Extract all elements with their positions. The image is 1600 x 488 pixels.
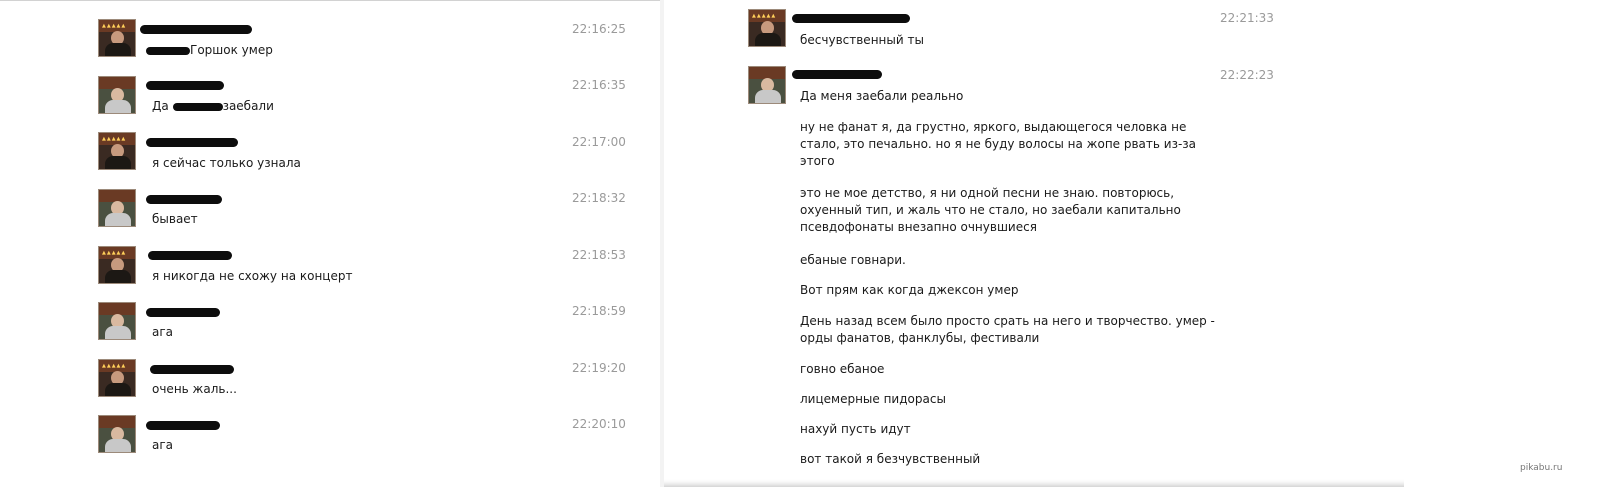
message-time: 22:22:23 [1220,68,1274,82]
avatar[interactable] [98,189,136,227]
message-text: Да заебали [152,98,274,115]
avatar[interactable] [98,76,136,114]
redacted-sender-name [150,365,234,374]
avatar[interactable]: ▲▲▲▲▲ [98,359,136,397]
message-text-part: Горшок умер [190,43,273,57]
right-chat-panel: ▲▲▲▲▲ 22:21:33 бесчувственный ты 22:22:2… [664,0,1404,487]
avatar[interactable]: ▲▲▲▲▲ [98,19,136,57]
message-text-part: заебали [222,99,274,113]
message-time: 22:16:25 [572,22,626,36]
message-time: 22:17:00 [572,135,626,149]
avatar[interactable] [98,415,136,453]
message-text: я сейчас только узнала [152,156,301,170]
message-text: очень жаль... [152,382,237,396]
redacted-sender-name [140,25,252,34]
message-line: нахуй пусть идут [800,422,911,436]
redacted-sender-name [792,70,882,79]
avatar[interactable] [748,66,786,104]
redacted-sender-name [146,195,222,204]
watermark: pikabu.ru [1520,463,1563,473]
message-time: 22:18:53 [572,248,626,262]
message-time: 22:16:35 [572,78,626,92]
message-line: говно ебаное [800,362,885,376]
message-time: 22:19:20 [572,361,626,375]
message-time: 22:18:59 [572,304,626,318]
avatar[interactable]: ▲▲▲▲▲ [748,9,786,47]
redacted-name-mention [172,102,223,111]
message-line: Вот прям как когда джексон умер [800,283,1019,297]
redacted-sender-name [146,308,220,317]
message-text: ага [152,438,174,452]
message-text: я никогда не схожу на концерт [152,269,353,283]
message-line: День назад всем было просто срать на нег… [800,314,1215,345]
message-line: ну не фанат я, да грустно, яркого, выдаю… [800,120,1197,168]
message-text: Горшок умер [146,42,273,59]
message-line: лицемерные пидорасы [800,392,946,406]
redacted-sender-name [146,81,224,90]
message-time: 22:20:10 [572,417,626,431]
message-text: бесчувственный ты [800,33,924,47]
redacted-sender-name [148,251,232,260]
redacted-name-mention [146,46,190,55]
message-line: вот такой я безчувственный [800,452,981,466]
avatar[interactable]: ▲▲▲▲▲ [98,246,136,284]
avatar[interactable]: ▲▲▲▲▲ [98,132,136,170]
redacted-sender-name [146,138,238,147]
message-text-part: Да [152,99,169,113]
message-text: ага [152,325,174,339]
message-text: бывает [152,212,198,226]
message-line: ебаные говнари. [800,253,906,267]
message-line: Да меня заебали реально [800,89,964,103]
left-chat-panel: ▲▲▲▲▲ 22:16:25 Горшок умер 22:16:35 Да з… [0,0,664,488]
avatar[interactable] [98,302,136,340]
redacted-sender-name [146,421,220,430]
message-time: 22:21:33 [1220,11,1274,25]
message-line: это не мое детство, я ни одной песни не … [800,186,1181,234]
message-time: 22:18:32 [572,191,626,205]
redacted-sender-name [792,14,910,23]
